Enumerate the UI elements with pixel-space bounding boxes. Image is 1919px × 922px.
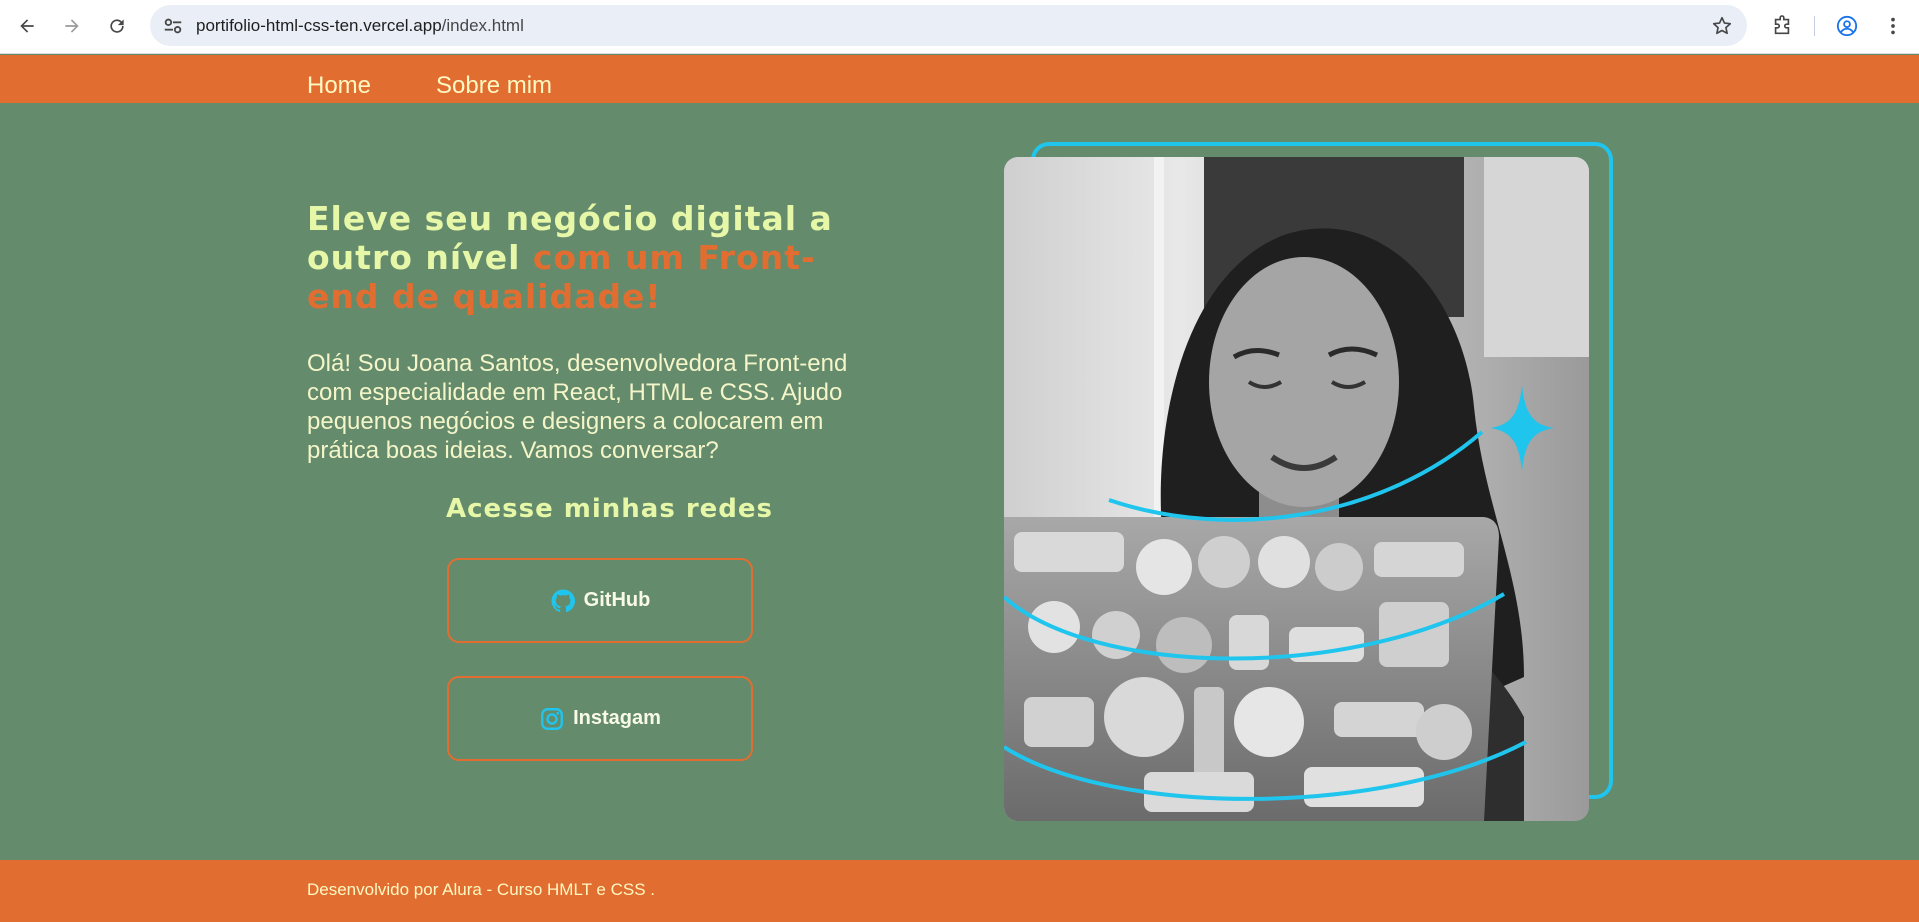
- more-vert-icon: [1891, 17, 1895, 35]
- extensions-button[interactable]: [1769, 13, 1795, 39]
- github-icon: [551, 589, 575, 612]
- instagram-button[interactable]: Instagam: [447, 676, 753, 761]
- url-path: /index.html: [441, 16, 524, 35]
- browser-toolbar: portifolio-html-css-ten.vercel.app/index…: [0, 0, 1919, 54]
- profile-button[interactable]: [1834, 13, 1860, 39]
- hero-title: Eleve seu negócio digital a outro nível …: [307, 199, 887, 316]
- site-header: Home Sobre mim: [0, 55, 1919, 103]
- networks-title: Acesse minhas redes: [445, 494, 774, 524]
- back-button[interactable]: [11, 10, 43, 42]
- photo-illustration: [1004, 157, 1589, 821]
- arrow-left-icon: [20, 19, 34, 33]
- address-bar[interactable]: portifolio-html-css-ten.vercel.app/index…: [150, 5, 1747, 46]
- github-button[interactable]: GitHub: [447, 558, 753, 643]
- forward-button[interactable]: [56, 10, 88, 42]
- instagram-label: Instagam: [573, 707, 661, 729]
- developer-photo: [1004, 157, 1589, 821]
- account-circle-icon: [1836, 15, 1858, 37]
- bookmark-star-icon[interactable]: [1711, 15, 1733, 37]
- reload-icon: [110, 19, 124, 33]
- toolbar-divider: [1814, 16, 1815, 36]
- browser-menu-button[interactable]: [1880, 13, 1906, 39]
- nav-link-home[interactable]: Home: [307, 74, 371, 98]
- arrow-right-icon: [65, 19, 79, 33]
- github-label: GitHub: [583, 589, 651, 611]
- instagram-icon: [541, 707, 564, 730]
- reload-button[interactable]: [101, 10, 133, 42]
- url-text: portifolio-html-css-ten.vercel.app/index…: [196, 16, 524, 36]
- site-footer: Desenvolvido por Alura - Curso HMLT e CS…: [0, 860, 1919, 922]
- puzzle-icon: [1774, 15, 1790, 35]
- url-host: portifolio-html-css-ten.vercel.app: [196, 16, 442, 35]
- site-settings-icon[interactable]: [162, 15, 184, 37]
- hero-description: Olá! Sou Joana Santos, desenvolvedora Fr…: [307, 350, 848, 464]
- footer-credit: Desenvolvido por Alura - Curso HMLT e CS…: [307, 880, 656, 899]
- nav-link-about[interactable]: Sobre mim: [436, 74, 552, 98]
